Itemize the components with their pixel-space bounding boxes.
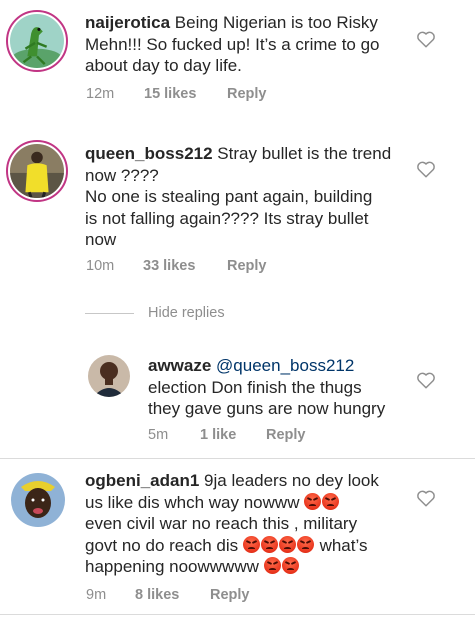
mention-link[interactable]: @queen_boss212 [216,356,354,375]
divider [0,458,475,459]
angry-face-emoji [304,492,322,510]
comment-text: what’s [314,535,368,555]
comment-text: about day to day life. [85,56,242,75]
comment-text: Being Nigerian is too Risky [174,13,378,32]
comment-text: happening noowwwww [85,557,259,576]
person-yellow-avatar-icon [10,144,64,198]
comment-text: Stray bullet is the trend [217,144,392,163]
comment-username[interactable]: naijerotica [85,13,170,32]
likes-count[interactable]: 15 likes [144,86,196,102]
comment-text: is not falling again???? Its stray bulle… [85,208,369,228]
comment-text: now [85,230,117,249]
likes-count[interactable]: 33 likes [143,258,195,274]
comment-timestamp: 12m [86,86,115,102]
angry-face-emoji [260,535,278,553]
comment-text: govt no do reach dis [85,535,239,555]
comment-timestamp: 10m [86,258,115,274]
angry-face-emoji [278,535,296,553]
comment-text: they gave guns are now hungry [148,399,386,418]
comment-username[interactable]: queen_boss212 [85,144,213,163]
like-heart-icon[interactable] [416,30,436,48]
comment-timestamp: 9m [86,587,107,603]
reply-button[interactable]: Reply [266,427,306,443]
comment-text: even civil war no reach this , military [85,514,358,533]
divider [0,614,475,615]
avatar[interactable] [11,473,65,527]
lizard-avatar-icon [10,14,64,68]
angry-face-emoji [322,492,340,510]
comment-username[interactable]: awwaze [148,356,211,375]
hide-replies-button[interactable]: Hide replies [148,305,225,321]
angry-face-emoji [281,557,299,574]
comment-text: now ???? [85,165,159,185]
like-heart-icon[interactable] [416,371,436,389]
angry-face-emoji [263,557,281,574]
hide-replies-line [85,313,134,314]
reply-button[interactable]: Reply [227,86,267,102]
avatar[interactable] [88,355,130,397]
likes-count[interactable]: 1 like [200,427,236,443]
avatar[interactable] [6,140,68,202]
comment-text: No one is stealing pant again, building [85,187,373,206]
comment-text: us like dis whch way nowww [85,492,300,512]
avatar[interactable] [6,10,68,72]
person-avatar-icon [11,473,65,527]
angry-face-emoji [242,535,260,553]
comment-text: 9ja leaders no dey look [204,471,379,490]
person-avatar-icon [88,355,130,397]
reply-button[interactable]: Reply [227,258,267,274]
comment-username[interactable]: ogbeni_adan1 [85,471,199,490]
comment-timestamp: 5m [148,427,169,443]
likes-count[interactable]: 8 likes [135,587,179,603]
reply-button[interactable]: Reply [210,587,250,603]
comment-text: election Don finish the thugs [148,377,362,397]
angry-face-emoji [296,535,314,553]
like-heart-icon[interactable] [416,160,436,178]
like-heart-icon[interactable] [416,489,436,507]
comment-text: Mehn!!! So fucked up! It’s a crime to go [85,34,380,54]
